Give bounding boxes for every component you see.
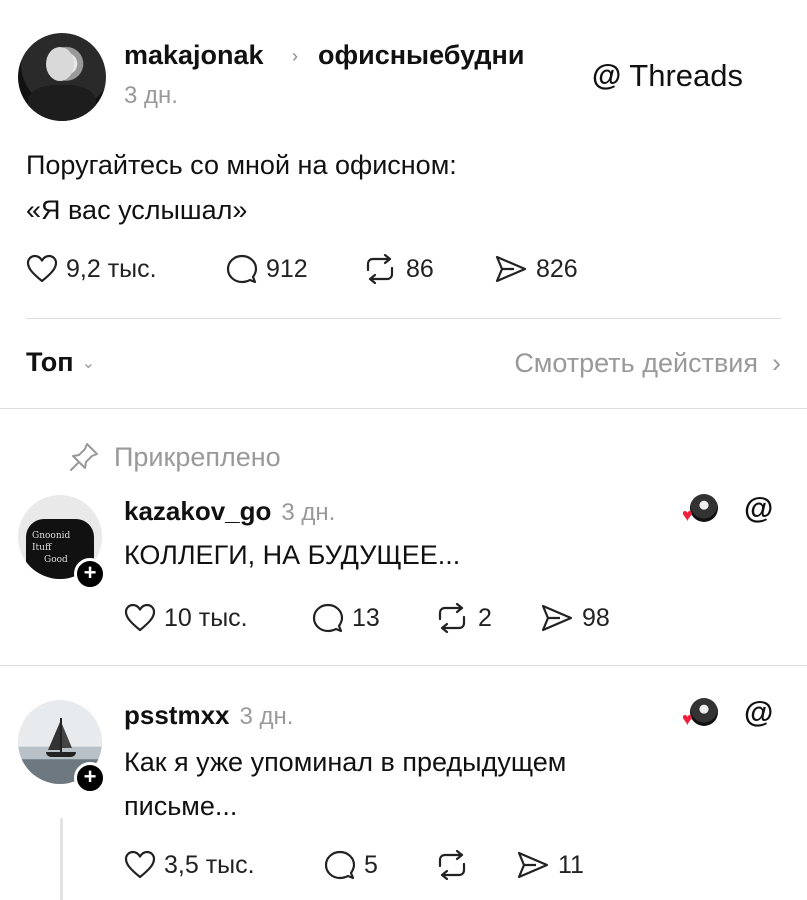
comment-username[interactable]: psstmxx (124, 700, 230, 730)
reply-icon (324, 850, 356, 880)
comment-text: КОЛЛЕГИ, НА БУДУЩЕЕ... (124, 540, 461, 570)
pinned-label: Прикреплено (114, 441, 281, 472)
threads-logo: @ Threads (592, 58, 743, 94)
chevron-right-icon: › (772, 348, 781, 378)
view-activity-label: Смотреть действия (514, 348, 758, 378)
share-icon (495, 255, 527, 283)
share-count: 826 (536, 254, 578, 283)
reply-count: 5 (364, 850, 378, 879)
heart-filled-icon: ♥ (682, 709, 693, 729)
share-icon (517, 851, 549, 879)
like-button[interactable]: 3,5 тыс. (124, 850, 255, 880)
threads-icon[interactable]: @ (744, 698, 773, 728)
avatar-text: Good (44, 555, 68, 565)
reply-button[interactable]: 5 (324, 850, 378, 880)
share-button[interactable]: 98 (540, 603, 610, 633)
post-username[interactable]: makajonak (124, 40, 264, 71)
like-count: 3,5 тыс. (164, 850, 255, 879)
share-icon (541, 604, 573, 632)
comment-right-icons: ♥ @ (682, 494, 773, 525)
like-button[interactable]: 10 тыс. (124, 603, 248, 633)
view-activity-link[interactable]: Смотреть действия › (514, 348, 781, 379)
reply-button[interactable]: 912 (226, 254, 308, 284)
post-time: 3 дн. (124, 82, 178, 109)
repost-icon (438, 850, 466, 880)
post-body: Поругайтесь со мной на офисном: «Я вас у… (26, 143, 457, 233)
share-button[interactable]: 826 (494, 254, 578, 284)
divider (0, 665, 807, 666)
heart-icon (124, 850, 156, 879)
post-community[interactable]: офисныебудни (318, 40, 524, 71)
like-count: 9,2 тыс. (66, 254, 157, 283)
mini-avatar (690, 698, 718, 726)
reply-icon (312, 603, 344, 633)
repost-button[interactable]: 2 (434, 603, 492, 633)
comment-text-line2: письме... (124, 791, 238, 821)
comment-time: 3 дн. (281, 499, 336, 526)
like-button[interactable]: 9,2 тыс. (26, 254, 157, 284)
post-text-line1: Поругайтесь со мной на офисном: (26, 150, 457, 180)
divider (0, 408, 807, 409)
breadcrumb-separator: › (292, 46, 298, 66)
comment-header: kazakov_go 3 дн. (124, 496, 335, 527)
avatar-makajonak[interactable] (18, 33, 106, 121)
comment-header: psstmxx 3 дн. (124, 700, 293, 731)
repost-count: 86 (406, 254, 434, 283)
reply-count: 912 (266, 254, 308, 283)
repost-button[interactable] (434, 850, 478, 880)
divider (26, 318, 781, 319)
pinned-indicator: Прикреплено (68, 441, 281, 473)
avatar-hull (46, 752, 76, 757)
heart-filled-icon: ♥ (682, 505, 693, 525)
threads-icon[interactable]: @ (744, 494, 773, 524)
share-count: 11 (558, 850, 584, 879)
avatar-text: Ituff (32, 543, 52, 553)
sort-label: Топ (26, 347, 74, 377)
follow-plus-button[interactable]: + (74, 558, 106, 590)
reply-button[interactable]: 13 (312, 603, 380, 633)
share-count: 98 (582, 603, 610, 632)
avatar-sail (48, 722, 60, 750)
avatar-text: Gnoonid (32, 531, 71, 541)
repost-count: 2 (478, 603, 492, 632)
repost-button[interactable]: 86 (362, 254, 434, 284)
follow-plus-button[interactable]: + (74, 762, 106, 794)
threads-brand-name: Threads (629, 58, 743, 93)
repost-icon (438, 603, 466, 633)
chevron-down-icon: ⌄ (81, 354, 95, 372)
post-text-line2: «Я вас услышал» (26, 195, 248, 225)
author-liked-badge: ♥ (682, 494, 718, 524)
comment-text-line1: Как я уже упоминал в предыдущем (124, 747, 567, 777)
like-count: 10 тыс. (164, 603, 248, 632)
sort-dropdown[interactable]: Топ ⌄ (26, 347, 95, 378)
heart-icon (26, 254, 58, 283)
repost-icon (366, 254, 394, 284)
heart-icon (124, 603, 156, 632)
mini-avatar (690, 494, 718, 522)
thread-line (60, 818, 63, 900)
pin-icon (70, 443, 98, 471)
comment-text: Как я уже упоминал в предыдущем письме..… (124, 740, 566, 828)
avatar-sail (62, 724, 72, 748)
comment-right-icons: ♥ @ (682, 698, 773, 729)
threads-icon: @ (592, 59, 622, 92)
share-button[interactable]: 11 (516, 850, 584, 880)
comment-time: 3 дн. (239, 703, 294, 730)
author-liked-badge: ♥ (682, 698, 718, 728)
reply-icon (226, 254, 258, 284)
reply-count: 13 (352, 603, 380, 632)
comment-username[interactable]: kazakov_go (124, 496, 271, 526)
